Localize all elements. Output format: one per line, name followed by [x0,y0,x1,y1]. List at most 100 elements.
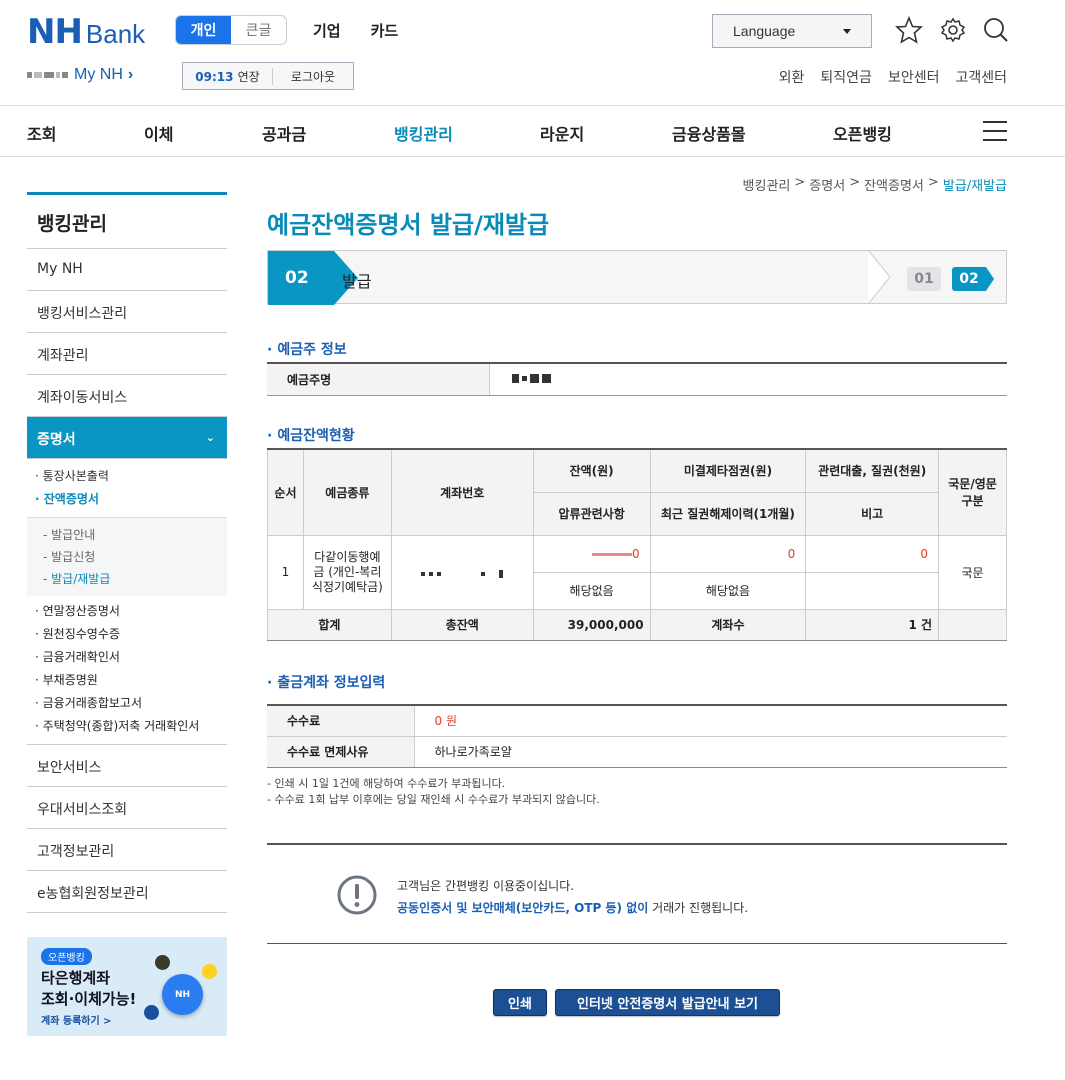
open-banking-banner[interactable]: 오픈뱅킹 타은행계좌 조회·이체가능! 계좌 등록하기 > NH [27,937,227,1036]
breadcrumb: 뱅킹관리 > 증명서 > 잔액증명서 > 발급/재발급 [743,175,1007,194]
gnb-utility[interactable]: 공과금 [262,121,306,145]
col-seizure: 압류관련사항 [532,491,651,536]
col-loan: 관련대출, 질권(천원) [805,448,940,493]
step-divider [868,250,891,304]
lnb-item-my-nh[interactable]: My NH [27,249,227,291]
left-nav: 뱅킹관리 My NH 뱅킹서비스관리 계좌관리 계좌이동서비스 증명서 ⌄ · … [27,192,227,913]
breadcrumb-item[interactable]: 증명서 [809,175,845,194]
step-indicator: 02 발급 01 02 [267,250,1007,305]
step-label: 발급 [342,272,372,291]
lnb-sub3-guide[interactable]: - 발급안내 [43,526,227,548]
breadcrumb-separator: > [794,175,806,190]
breadcrumb-item[interactable]: 뱅킹관리 [743,175,791,194]
lnb-sub3-issue[interactable]: - 발급/재발급 [43,570,227,592]
table-header-row: 순서 예금종류 계좌번호 잔액(원) 미결제타점권(원) 관련대출, 질권(천원… [267,448,1007,536]
session-extend-label: 연장 [237,69,260,84]
lnb-item-service-mgmt[interactable]: 뱅킹서비스관리 [27,291,227,333]
gnb-lounge[interactable]: 라운지 [540,121,584,145]
account-count-value: 1 건 [805,608,940,641]
lnb-item-member-info[interactable]: e농협회원정보관리 [27,871,227,913]
chevron-down-icon: ⌄ [205,431,215,444]
lnb-item-account-mgmt[interactable]: 계좌관리 [27,333,227,375]
lnb-sub-fin-report[interactable]: · 금융거래종합보고서 [35,694,227,717]
gnb-inquiry[interactable]: 조회 [27,121,56,145]
util-nav: 외환 퇴직연금 보안센터 고객센터 [779,67,1007,87]
fee-notes: - 인쇄 시 1일 1건에 해당하여 수수료가 부과됩니다. - 수수료 1회 … [267,776,600,808]
lnb-item-security[interactable]: 보안서비스 [27,745,227,787]
account-count-label: 계좌수 [649,608,807,641]
star-icon[interactable] [895,16,923,44]
gnb-open-banking[interactable]: 오픈뱅킹 [833,121,892,145]
owner-name-label: 예금주명 [267,363,489,396]
lnb-sub-debt-cert[interactable]: · 부채증명원 [35,671,227,694]
nh-bank-logo[interactable]: NH Bank [27,12,146,52]
breadcrumb-item[interactable]: 잔액증명서 [864,175,924,194]
lnb-sub3-group: - 발급안내 - 발급신청 - 발급/재발급 [27,517,227,596]
cell-pledge-release: 해당없음 [649,571,807,610]
lnb-item-customer-info[interactable]: 고객정보관리 [27,829,227,871]
lnb-sub-housing[interactable]: · 주택청약(종합)저축 거래확인서 [35,717,227,740]
gnb-banking-mgmt[interactable]: 뱅킹관리 [394,121,453,145]
cell-account [390,534,534,610]
breadcrumb-separator: > [927,175,939,190]
cell-seizure: 해당없음 [532,571,651,610]
util-nav-support[interactable]: 고객센터 [955,67,1007,87]
util-nav-pension[interactable]: 퇴직연금 [820,67,872,87]
banner-tag: 오픈뱅킹 [41,948,92,965]
gear-icon[interactable] [939,16,967,44]
lnb-sub-yearend[interactable]: · 연말정산증명서 [35,602,227,625]
top-nav-card[interactable]: 카드 [371,20,399,41]
lnb-sub3-apply[interactable]: - 발급신청 [43,548,227,570]
menu-icon[interactable] [983,121,1007,141]
owner-name-value [488,363,1007,396]
table-row: 수수료 0 원 [267,705,1007,737]
total-empty [938,608,1007,641]
search-icon[interactable] [982,16,1010,44]
account-masked [421,570,504,578]
lnb-submenu-more: · 연말정산증명서 · 원천징수영수증 · 금융거래확인서 · 부채증명원 · … [27,602,227,745]
lnb-sub-fin-confirm[interactable]: · 금융거래확인서 [35,648,227,671]
cell-no: 1 [267,534,304,610]
logo-bank: Bank [85,19,146,49]
col-type: 예금종류 [302,448,392,536]
print-button[interactable]: 인쇄 [493,989,547,1016]
session-time: 09:13 [195,69,234,84]
session-box: 09:13 연장 로그아웃 [182,62,354,90]
lnb-item-preferential[interactable]: 우대서비스조회 [27,787,227,829]
gnb-product-mall[interactable]: 금융상품몰 [672,121,746,145]
chevron-down-icon [843,29,851,34]
col-no: 순서 [267,448,304,536]
col-account: 계좌번호 [390,448,534,536]
lnb-sub-withholding[interactable]: · 원천징수영수증 [35,625,227,648]
gnb-transfer[interactable]: 이체 [144,121,173,145]
balance-table: 순서 예금종류 계좌번호 잔액(원) 미결제타점권(원) 관련대출, 질권(천원… [267,448,1007,641]
banner-line1: 타은행계좌 [41,969,111,987]
lnb-sub-balance-cert[interactable]: · 잔액증명서 [35,490,227,513]
note-line: - 수수료 1회 납부 이후에는 당일 재인쇄 시 수수료가 부과되지 않습니다… [267,793,600,806]
owner-table: 예금주명 [267,362,1007,396]
step-current-number: 02 [268,251,334,305]
mode-large-text-tab[interactable]: 큰글 [231,16,286,44]
fee-value: 0 원 [414,705,1007,737]
user-name-masked [27,72,68,78]
my-nh-link[interactable]: My NH › [27,66,133,84]
lnb-item-account-move[interactable]: 계좌이동서비스 [27,375,227,417]
util-nav-security[interactable]: 보안센터 [888,67,940,87]
table-row: 수수료 면제사유 하나로가족로얄 [267,736,1007,768]
lnb-item-certificate[interactable]: 증명서 ⌄ [27,417,227,459]
safe-cert-guide-button[interactable]: 인터넷 안전증명서 발급안내 보기 [555,989,780,1016]
step-chip-2: 02 [952,267,994,291]
lnb-title: 뱅킹관리 [27,192,227,249]
session-extend-button[interactable]: 09:13 연장 [183,67,273,85]
table-row: 1 다같이동행예금 (개인-복리식정기예탁금) 0 0 0 국문 [267,534,1007,610]
lnb-sub-passbook-copy[interactable]: · 통장사본출력 [35,467,227,490]
cell-type: 다같이동행예금 (개인-복리식정기예탁금) [302,534,392,610]
cell-balance: 0 [532,534,651,573]
top-nav-corporate[interactable]: 기업 [313,20,341,41]
language-select[interactable]: Language [712,14,872,48]
mode-personal-tab[interactable]: 개인 [176,16,231,44]
util-nav-fx[interactable]: 외환 [779,67,805,87]
logout-button[interactable]: 로그아웃 [273,68,353,85]
banner-link: 계좌 등록하기 > [41,1016,112,1027]
mode-toggle: 개인 큰글 [175,15,287,45]
